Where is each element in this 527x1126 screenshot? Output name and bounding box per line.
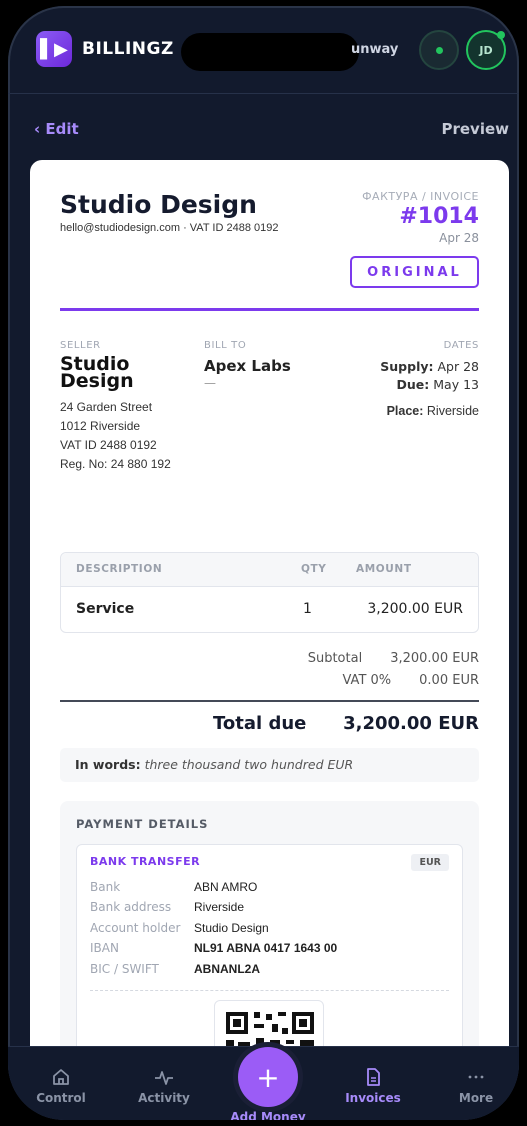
- payment-details: PAYMENT DETAILS BANK TRANSFER EUR Bank AB…: [60, 801, 479, 1060]
- seller-label: SELLER: [60, 340, 101, 351]
- status-dot-icon: [435, 46, 443, 54]
- supply-label: Supply:: [380, 359, 434, 374]
- subtotal-label: Subtotal: [307, 651, 363, 666]
- currency-badge: EUR: [411, 854, 449, 871]
- bank-key: Account holder: [90, 921, 181, 935]
- seller-name: Studio Design: [60, 353, 134, 392]
- nav-label: More: [458, 1091, 494, 1105]
- row-qty: 1: [303, 601, 312, 617]
- nav-label: Control: [36, 1091, 86, 1105]
- iban-row: IBAN NL91 ABNA 0417 1643 00: [90, 941, 337, 955]
- company-contact: hello@studiodesign.com · VAT ID 2488 019…: [60, 222, 279, 234]
- home-icon: [53, 1069, 69, 1085]
- iban-value: NL91 ABNA 0417 1643 00: [194, 941, 338, 955]
- vat-label: VAT 0%: [342, 673, 392, 688]
- supply-date: Supply: Apr 28: [380, 358, 479, 376]
- phone-frame: ▌▶ BILLINGZ unway JD ‹ Edit Preview Stud…: [8, 6, 519, 1120]
- add-money-button[interactable]: +: [238, 1047, 298, 1107]
- total-value: 3,200.00 EUR: [343, 713, 479, 734]
- seller-line: VAT ID 2488 0192: [60, 438, 157, 452]
- nav-control[interactable]: Control: [21, 1065, 101, 1105]
- top-bar: ▌▶ BILLINGZ unway JD: [8, 6, 519, 94]
- place-label: Place:: [386, 404, 424, 418]
- bank-value: Riverside: [194, 900, 245, 914]
- col-amount: AMOUNT: [356, 563, 412, 575]
- subtotal-value: 3,200.00 EUR: [390, 651, 479, 666]
- bill-to-label: BILL TO: [204, 340, 247, 351]
- nav-label: Activity: [138, 1091, 190, 1105]
- table-header: DESCRIPTION QTY AMOUNT: [61, 553, 478, 587]
- invoice-number: #1014: [399, 204, 479, 229]
- payment-title: PAYMENT DETAILS: [76, 817, 209, 831]
- row-amount: 3,200.00 EUR: [367, 601, 463, 617]
- place: Place: Riverside: [380, 402, 479, 420]
- bank-address-row: Bank address Riverside: [90, 900, 244, 914]
- plus-icon: +: [256, 1060, 280, 1094]
- col-qty: QTY: [301, 563, 327, 575]
- due-label: Due:: [396, 377, 430, 392]
- due-date: Due: May 13: [380, 376, 479, 394]
- logo-icon: ▌▶: [40, 38, 68, 60]
- supply-value: Apr 28: [437, 359, 479, 374]
- bank-row: Bank ABN AMRO: [90, 880, 257, 894]
- vat-value: 0.00 EUR: [419, 673, 479, 688]
- company-name: Studio Design: [60, 190, 257, 219]
- avatar[interactable]: JD: [466, 30, 506, 70]
- words-label: In words:: [75, 757, 141, 772]
- dates-label: DATES: [443, 340, 479, 351]
- invoice-card: Studio Design hello@studiodesign.com · V…: [30, 160, 509, 1060]
- runway-label[interactable]: unway: [351, 42, 398, 57]
- more-icon: [468, 1075, 484, 1079]
- nav-more[interactable]: More: [436, 1065, 516, 1105]
- account-holder-row: Account holder Studio Design: [90, 921, 269, 935]
- invoice-label: ФАКТУРА / INVOICE: [362, 190, 479, 203]
- bank-value: Studio Design: [194, 921, 269, 935]
- seller-line: Reg. No: 24 880 192: [60, 457, 171, 471]
- seller-line: 1012 Riverside: [60, 419, 141, 433]
- bank-key: IBAN: [90, 941, 119, 955]
- nav-activity[interactable]: Activity: [124, 1065, 204, 1105]
- bank-key: Bank address: [90, 900, 172, 914]
- line-items-table: DESCRIPTION QTY AMOUNT Service 1 3,200.0…: [60, 552, 479, 633]
- bill-to-detail: —: [204, 376, 216, 390]
- bank-key: Bank: [90, 880, 121, 894]
- invoice-date: Apr 28: [439, 231, 479, 245]
- online-dot-icon: [497, 31, 505, 39]
- activity-icon: [155, 1071, 173, 1085]
- col-description: DESCRIPTION: [76, 563, 163, 575]
- row-description: Service: [76, 601, 135, 617]
- bank-transfer-title: BANK TRANSFER: [90, 855, 201, 868]
- dynamic-island: [181, 33, 359, 71]
- original-badge: ORIGINAL: [350, 256, 479, 288]
- brand-name: BILLINGZ: [82, 39, 174, 59]
- dashed-divider: [90, 990, 449, 991]
- total-divider: [60, 700, 479, 702]
- preview-tab[interactable]: Preview: [441, 120, 509, 138]
- bill-to-name: Apex Labs: [204, 357, 291, 375]
- words-value: three thousand two hundred EUR: [144, 757, 354, 772]
- accent-divider: [60, 308, 479, 311]
- amount-in-words: In words: three thousand two hundred EUR: [60, 748, 479, 782]
- avatar-initials: JD: [479, 43, 493, 57]
- total-label: Total due: [213, 713, 307, 734]
- seller-address: 24 Garden Street 1012 Riverside VAT ID 2…: [60, 398, 171, 474]
- back-edit-link[interactable]: ‹ Edit: [34, 120, 79, 138]
- subtotal-row: Subtotal 3,200.00 EUR: [308, 651, 479, 666]
- due-value: May 13: [433, 377, 479, 392]
- app-logo: ▌▶: [36, 31, 72, 67]
- bank-value: ABN AMRO: [194, 880, 258, 894]
- nav-label: Invoices: [345, 1091, 401, 1105]
- dates-block: Supply: Apr 28 Due: May 13 Place: Rivers…: [380, 358, 479, 420]
- status-button[interactable]: [419, 30, 459, 70]
- bic-row: BIC / SWIFT ABNANL2A: [90, 962, 260, 976]
- bic-value: ABNANL2A: [194, 962, 260, 976]
- place-value: Riverside: [426, 404, 479, 418]
- nav-invoices[interactable]: Invoices: [333, 1065, 413, 1105]
- bank-transfer-card: BANK TRANSFER EUR Bank ABN AMRO Bank addr…: [76, 844, 463, 1060]
- bank-key: BIC / SWIFT: [90, 962, 159, 976]
- document-icon: [367, 1068, 380, 1086]
- seller-line: 24 Garden Street: [60, 400, 153, 414]
- add-money-label[interactable]: Add Money: [218, 1110, 318, 1120]
- vat-row: VAT 0% 0.00 EUR: [343, 673, 480, 688]
